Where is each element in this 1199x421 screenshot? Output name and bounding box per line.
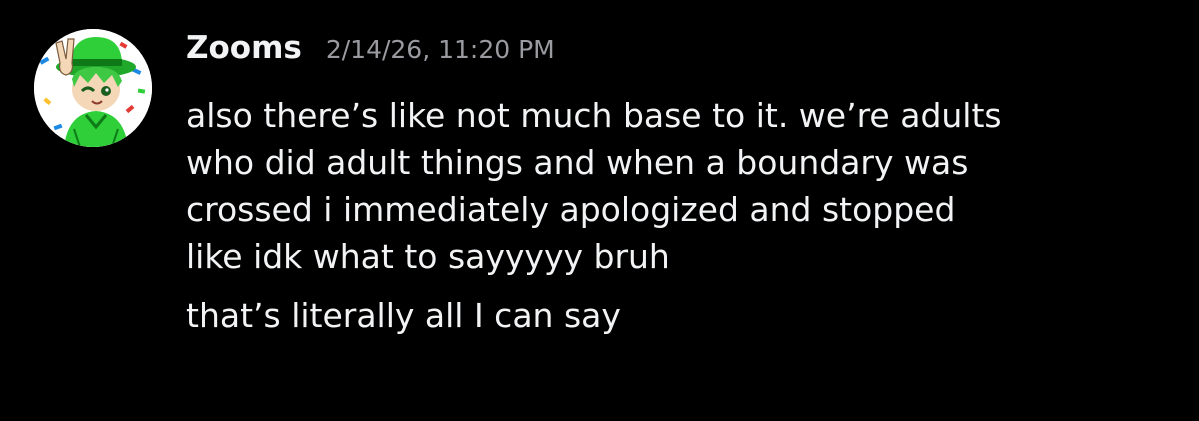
message-line: crossed i immediately apologized and sto…	[186, 190, 956, 229]
chat-message: Zooms 2/14/26, 11:20 PM also there’s lik…	[0, 0, 1199, 421]
message-content: also there’s like not much base to it. w…	[186, 92, 1176, 339]
followup-message: that’s literally all I can say	[186, 296, 621, 335]
message-line: who did adult things and when a boundary…	[186, 143, 969, 182]
username[interactable]: Zooms	[186, 30, 302, 66]
user-avatar-icon[interactable]	[34, 29, 152, 147]
message-header: Zooms 2/14/26, 11:20 PM	[186, 30, 555, 76]
message-line: also there’s like not much base to it. w…	[186, 96, 1002, 135]
message-line: like idk what to sayyyyy bruh	[186, 237, 670, 276]
timestamp: 2/14/26, 11:20 PM	[325, 35, 555, 64]
